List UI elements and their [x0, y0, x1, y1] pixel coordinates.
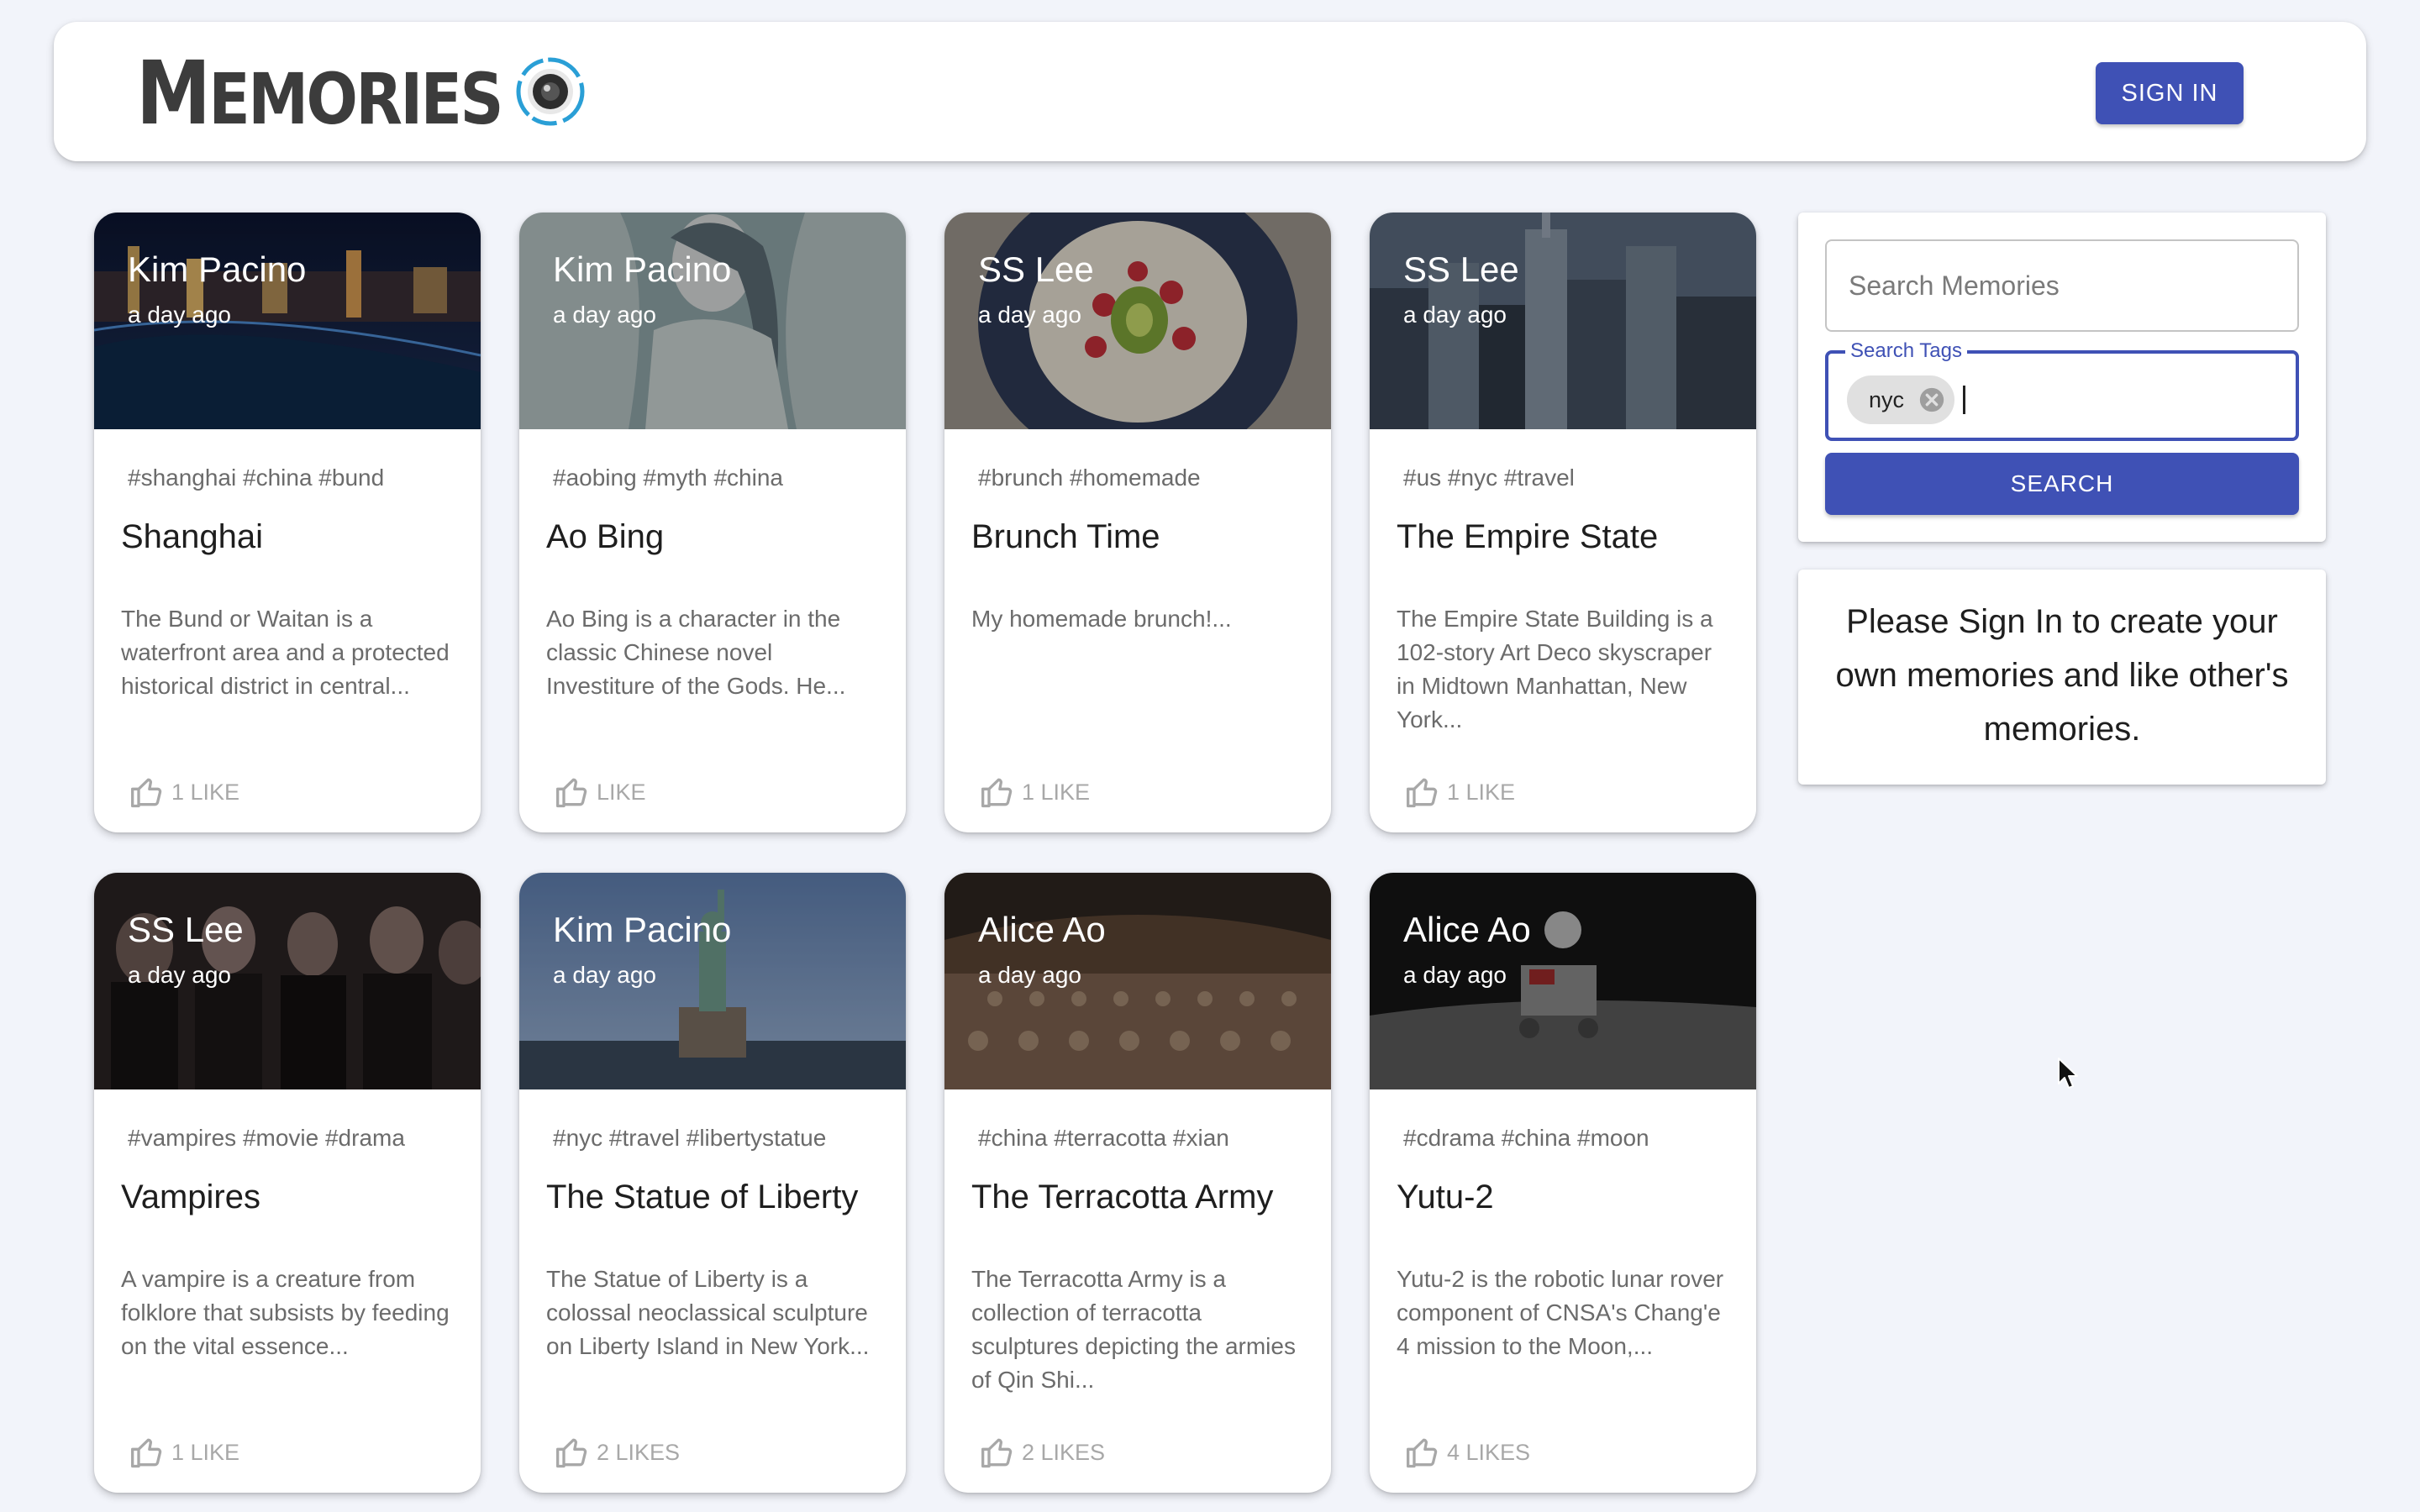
mouse-pointer-icon [2058, 1058, 2078, 1089]
post-time: a day ago [1403, 962, 1507, 988]
post-tags: #aobing #myth #china [553, 465, 783, 491]
post-title: The Terracotta Army [971, 1179, 1274, 1215]
post-tags: #shanghai #china #bund [128, 465, 385, 491]
post-message: Yutu-2 is the robotic lunar rover compon… [1397, 1266, 1724, 1359]
like-button[interactable]: 1 LIKE [980, 774, 1090, 811]
post-message: My homemade brunch!... [971, 606, 1232, 632]
post-message: Ao Bing is a character in the classic Ch… [546, 606, 846, 699]
post-title: The Empire State [1397, 518, 1659, 555]
thumb-up-icon [131, 778, 162, 808]
post-card[interactable]: SS Lee a day ago #us #nyc #travel The Em… [1370, 213, 1756, 832]
post-title: Brunch Time [971, 518, 1160, 555]
thumb-up-icon [131, 1438, 162, 1468]
post-tags: #nyc #travel #libertystatue [553, 1125, 827, 1151]
post-message: The Statue of Liberty is a colossal neoc… [546, 1266, 870, 1359]
post-creator: Kim Pacino [553, 249, 732, 289]
post-tags: #brunch #homemade [978, 465, 1201, 491]
text-caret [1963, 386, 1965, 414]
like-button[interactable]: 1 LIKE [1405, 774, 1515, 811]
post-card[interactable]: Alice Ao a day ago #cdrama #china #moon … [1370, 873, 1756, 1493]
like-button[interactable]: 2 LIKES [555, 1434, 680, 1471]
like-count: 2 LIKES [1022, 1439, 1106, 1465]
sign-in-notice-panel: Please Sign In to create your own memori… [1798, 570, 2326, 785]
like-button[interactable]: 1 LIKE [129, 774, 239, 811]
like-count: 1 LIKE [171, 779, 240, 805]
like-count: 4 LIKES [1447, 1439, 1531, 1465]
post-message: The Terracotta Army is a collection of t… [971, 1266, 1296, 1393]
post-card[interactable]: SS Lee a day ago #brunch #homemade Brunc… [944, 213, 1331, 832]
like-count: 1 LIKE [1022, 779, 1091, 805]
sign-in-notice-text: Please Sign In to create your own memori… [1835, 603, 2289, 748]
camera-lens-icon [516, 57, 585, 126]
search-panel: Search Tags nyc SEARCH [1798, 213, 2326, 542]
post-card[interactable]: SS Lee a day ago #vampires #movie #drama… [94, 873, 481, 1493]
thumb-up-icon [1407, 1438, 1438, 1468]
search-tags-field[interactable]: Search Tags nyc [1825, 339, 2299, 441]
post-message: The Bund or Waitan is a waterfront area … [121, 606, 450, 699]
thumb-up-icon [981, 1438, 1013, 1468]
post-creator: SS Lee [978, 249, 1094, 289]
post-time: a day ago [128, 302, 231, 328]
post-time: a day ago [128, 962, 231, 988]
post-card[interactable]: Kim Pacino a day ago #nyc #travel #liber… [519, 873, 906, 1493]
app-bar: MEMORIES SIGN IN [54, 22, 2366, 161]
post-tags: #china #terracotta #xian [978, 1125, 1229, 1151]
post-time: a day ago [553, 962, 656, 988]
post-creator: Kim Pacino [553, 910, 732, 949]
post-title: Shanghai [121, 518, 264, 555]
post-creator: SS Lee [128, 910, 244, 949]
post-message: The Empire State Building is a 102-story… [1397, 606, 1713, 732]
post-creator: Kim Pacino [128, 249, 307, 289]
like-count: 1 LIKE [1447, 779, 1516, 805]
thumb-up-icon [981, 778, 1013, 808]
like-button[interactable]: 1 LIKE [129, 1434, 239, 1471]
brand-first-letter: M [136, 42, 211, 144]
post-title: Yutu-2 [1397, 1179, 1494, 1215]
sign-in-button[interactable]: SIGN IN [2096, 62, 2244, 124]
post-creator: SS Lee [1403, 249, 1519, 289]
post-time: a day ago [978, 302, 1081, 328]
post-card[interactable]: Alice Ao a day ago #china #terracotta #x… [944, 873, 1331, 1493]
like-count: 1 LIKE [171, 1439, 240, 1465]
tag-chip[interactable]: nyc [1847, 375, 1955, 424]
post-creator: Alice Ao [978, 910, 1106, 949]
brand-rest-letters: EMORIES [208, 58, 503, 140]
like-count: LIKE [597, 779, 646, 805]
search-memories-input[interactable] [1825, 239, 2299, 332]
post-tags: #vampires #movie #drama [128, 1125, 405, 1151]
thumb-up-icon [556, 778, 587, 808]
tag-chip-label: nyc [1869, 386, 1905, 412]
post-time: a day ago [1403, 302, 1507, 328]
post-title: Vampires [121, 1179, 260, 1215]
like-button[interactable]: 2 LIKES [980, 1434, 1105, 1471]
like-button[interactable]: 4 LIKES [1405, 1434, 1530, 1471]
like-count: 2 LIKES [597, 1439, 681, 1465]
search-tags-label: Search Tags [1845, 339, 1967, 363]
post-title: Ao Bing [546, 518, 665, 555]
post-card[interactable]: Kim Pacino a day ago #shanghai #china #b… [94, 213, 481, 832]
post-time: a day ago [553, 302, 656, 328]
post-title: The Statue of Liberty [546, 1179, 859, 1215]
post-tags: #cdrama #china #moon [1403, 1125, 1649, 1151]
search-button[interactable]: SEARCH [1825, 453, 2299, 515]
post-card[interactable]: Kim Pacino a day ago #aobing #myth #chin… [519, 213, 906, 832]
post-message: A vampire is a creature from folklore th… [121, 1266, 450, 1359]
post-time: a day ago [978, 962, 1081, 988]
post-tags: #us #nyc #travel [1403, 465, 1575, 491]
thumb-up-icon [556, 1438, 587, 1468]
post-creator: Alice Ao [1403, 910, 1531, 949]
app-logo-text[interactable]: MEMORIES [136, 47, 503, 145]
cancel-circle-icon[interactable] [1918, 386, 1946, 414]
thumb-up-icon [1407, 778, 1438, 808]
like-button[interactable]: LIKE [555, 774, 646, 811]
